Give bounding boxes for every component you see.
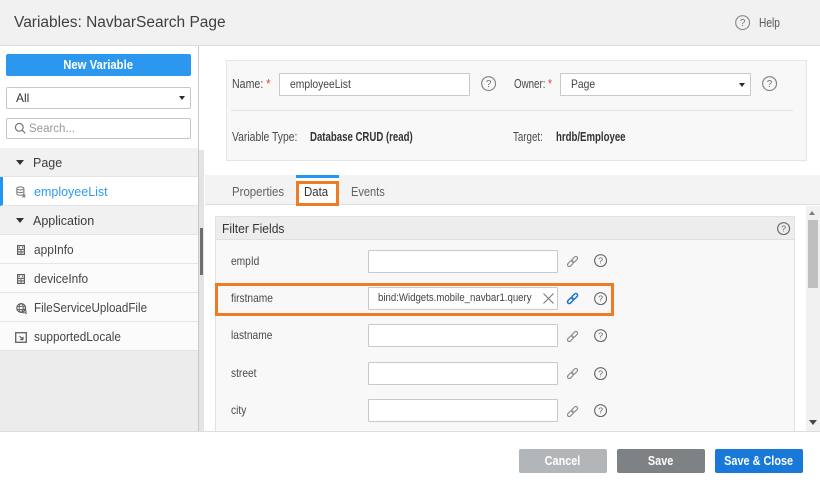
svg-text:?: ? xyxy=(598,256,603,266)
svg-text:?: ? xyxy=(486,79,492,90)
svg-text:?: ? xyxy=(598,368,603,378)
svg-text:?: ? xyxy=(598,331,603,341)
svg-text:?: ? xyxy=(767,79,773,90)
svg-text:?: ? xyxy=(598,406,603,416)
svg-text:?: ? xyxy=(740,18,746,29)
svg-text:?: ? xyxy=(782,224,787,234)
